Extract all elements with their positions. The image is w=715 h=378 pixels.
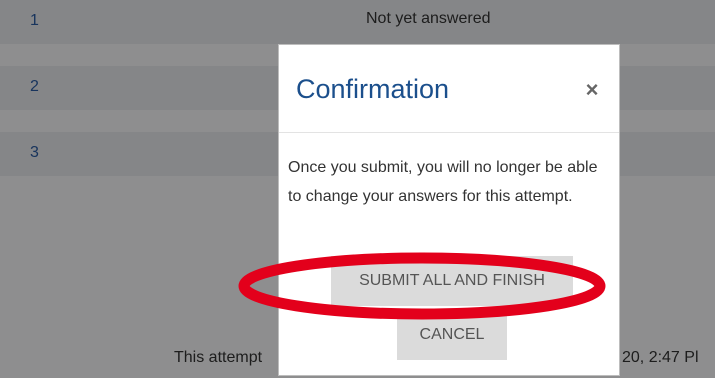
close-icon[interactable]: ×	[582, 78, 602, 102]
dialog-message: Once you submit, you will no longer be a…	[288, 159, 598, 205]
dialog-header: Confirmation ×	[279, 45, 619, 133]
confirmation-dialog: Confirmation × Once you submit, you will…	[278, 44, 620, 376]
dialog-title: Confirmation	[296, 74, 450, 104]
submit-all-and-finish-button[interactable]: SUBMIT ALL AND FINISH	[331, 256, 573, 306]
cancel-button[interactable]: CANCEL	[397, 310, 507, 360]
